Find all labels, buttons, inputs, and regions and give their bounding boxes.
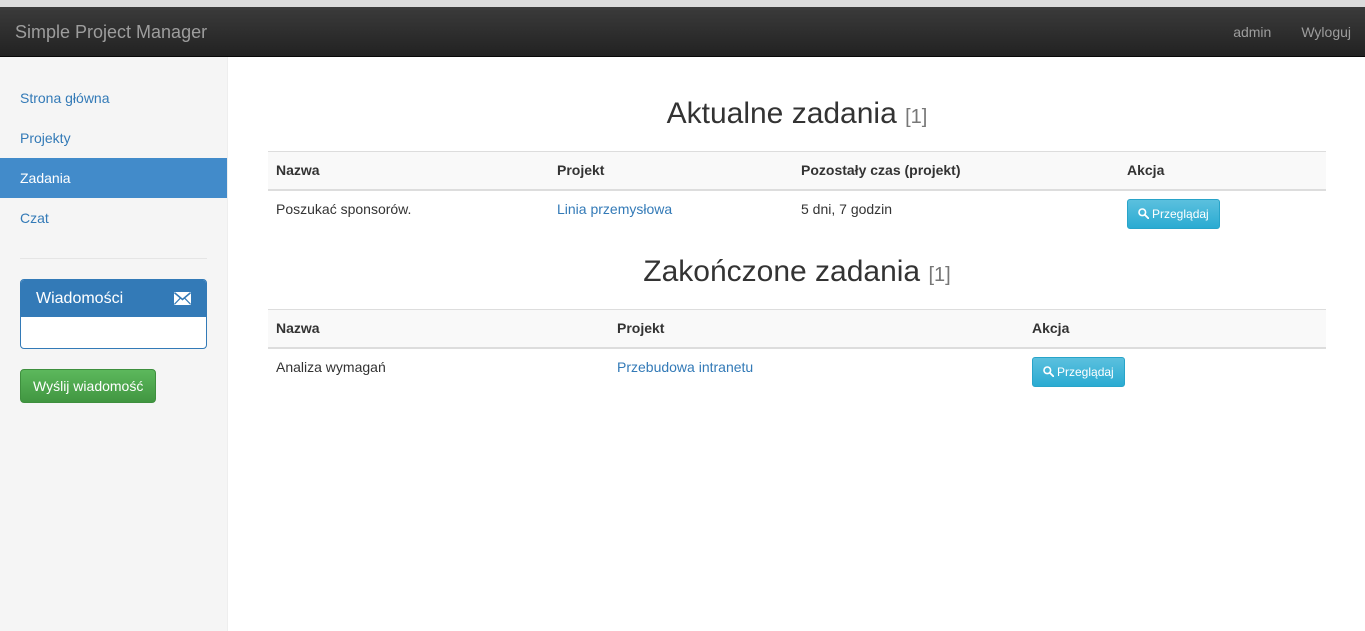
sidebar-item-chat: Czat (0, 198, 227, 238)
view-task-button-label: Przeglądaj (1152, 206, 1209, 221)
task-remaining-time: 5 dni, 7 godzin (801, 200, 893, 217)
column-header-name: Nazwa (268, 151, 549, 191)
search-icon (1138, 208, 1149, 219)
finished-tasks-count: [1] (928, 264, 951, 286)
sidebar-nav: Strona główna Projekty Zadania Czat (0, 57, 227, 238)
finished-tasks-title-text: Zakończone zadania (643, 255, 921, 288)
task-action-cell: Przeglądaj (1024, 348, 1326, 395)
view-task-button[interactable]: Przeglądaj (1127, 198, 1220, 229)
current-tasks-title: Aktualne zadania [1] (268, 95, 1326, 133)
current-tasks-table: Nazwa Projekt Pozostały czas (projekt) A… (268, 151, 1326, 237)
browser-top-strip (0, 0, 1365, 7)
task-action-cell: Przeglądaj (1119, 190, 1326, 237)
column-header-action: Akcja (1024, 309, 1326, 349)
envelope-icon (174, 292, 191, 305)
table-row: Poszukać sponsorów. Linia przemysłowa 5 … (268, 190, 1326, 237)
task-project-link[interactable]: Przebudowa intranetu (617, 359, 753, 375)
column-header-project: Projekt (609, 309, 1024, 349)
sidebar-item-tasks: Zadania (0, 158, 227, 198)
table-row: Analiza wymagań Przebudowa intranetu Prz… (268, 348, 1326, 395)
send-message-button[interactable]: Wyślij wiadomość (20, 369, 157, 403)
messages-panel-title: Wiadomości (36, 289, 124, 307)
sidebar-link-chat[interactable]: Czat (0, 198, 227, 238)
task-name: Analiza wymagań (276, 358, 386, 375)
sidebar-item-projects: Projekty (0, 118, 227, 158)
table-header-row: Nazwa Projekt Pozostały czas (projekt) A… (268, 151, 1326, 191)
top-navbar: Simple Project Manager admin Wyloguj (0, 7, 1365, 57)
column-header-project: Projekt (549, 151, 793, 191)
finished-tasks-table: Nazwa Projekt Akcja Analiza wymagań Prze… (268, 309, 1326, 395)
sidebar-divider (20, 258, 207, 259)
task-project-link[interactable]: Linia przemysłowa (557, 201, 672, 217)
logout-link[interactable]: Wyloguj (1286, 7, 1351, 57)
current-tasks-count: [1] (905, 106, 928, 128)
current-tasks-title-text: Aktualne zadania (666, 97, 897, 130)
messages-panel: Wiadomości (20, 279, 207, 349)
brand-link[interactable]: Simple Project Manager (15, 7, 207, 57)
view-task-button-label: Przeglądaj (1057, 364, 1114, 379)
sidebar: Strona główna Projekty Zadania Czat Wiad… (0, 57, 228, 631)
view-task-button[interactable]: Przeglądaj (1032, 356, 1125, 387)
column-header-remaining: Pozostały czas (projekt) (793, 151, 1119, 191)
sidebar-item-home: Strona główna (0, 78, 227, 118)
search-icon (1043, 366, 1054, 377)
column-header-action: Akcja (1119, 151, 1326, 191)
task-project-cell: Przebudowa intranetu (609, 348, 1024, 395)
messages-panel-heading: Wiadomości (21, 280, 206, 317)
task-name: Poszukać sponsorów. (276, 200, 412, 217)
table-header-row: Nazwa Projekt Akcja (268, 309, 1326, 349)
sidebar-link-projects[interactable]: Projekty (0, 118, 227, 158)
task-project-cell: Linia przemysłowa (549, 190, 793, 237)
user-link[interactable]: admin (1218, 7, 1286, 57)
sidebar-link-tasks[interactable]: Zadania (0, 158, 227, 198)
column-header-name: Nazwa (268, 309, 609, 349)
sidebar-link-home[interactable]: Strona główna (0, 78, 227, 118)
navbar-right: admin Wyloguj (1218, 7, 1351, 57)
finished-tasks-title: Zakończone zadania [1] (268, 253, 1326, 291)
